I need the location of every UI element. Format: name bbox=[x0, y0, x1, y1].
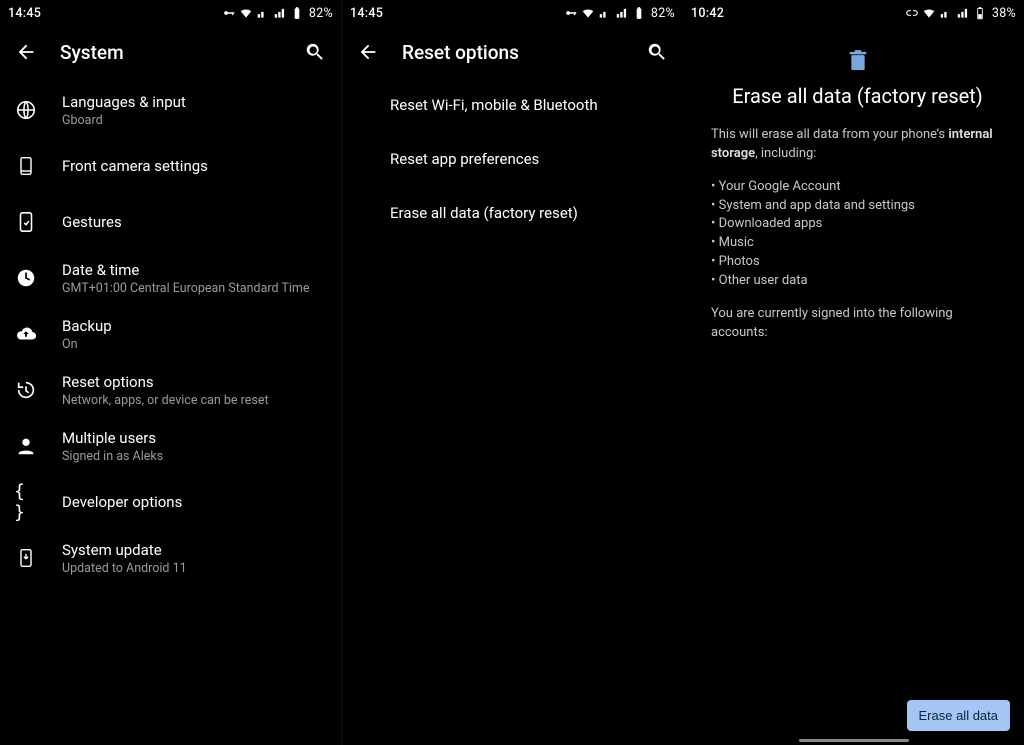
reset-option-1[interactable]: Reset app preferences bbox=[342, 132, 683, 186]
settings-row-date-time[interactable]: Date & time GMT+01:00 Central European St… bbox=[0, 250, 341, 306]
settings-row-system-update[interactable]: System update Updated to Android 11 bbox=[0, 530, 341, 586]
status-icons: 82% bbox=[564, 6, 675, 21]
row-label: Date & time bbox=[62, 261, 309, 279]
erase-bullet: Photos bbox=[711, 253, 1004, 272]
nav-pill[interactable] bbox=[799, 739, 909, 743]
signal-icon-2 bbox=[956, 6, 970, 20]
key-icon bbox=[564, 6, 578, 20]
factory-reset-panel: 10:42 38% Erase all data (factory reset)… bbox=[683, 0, 1024, 745]
wifi-icon bbox=[239, 6, 253, 20]
arrow-back-icon bbox=[357, 41, 379, 63]
wifi-icon bbox=[581, 6, 595, 20]
settings-row-gestures[interactable]: Gestures bbox=[0, 194, 341, 250]
restore-icon bbox=[14, 378, 38, 402]
row-label: Multiple users bbox=[62, 429, 163, 447]
row-subtext: Network, apps, or device can be reset bbox=[62, 393, 269, 408]
status-icons: 38% bbox=[905, 6, 1016, 21]
battery-icon bbox=[290, 6, 304, 20]
reset-options-list: Reset Wi-Fi, mobile & BluetoothReset app… bbox=[342, 78, 683, 240]
settings-row-developer-options[interactable]: { } Developer options bbox=[0, 474, 341, 530]
battery-text: 82% bbox=[651, 6, 675, 21]
page-title: System bbox=[60, 41, 301, 64]
settings-row-backup[interactable]: Backup On bbox=[0, 306, 341, 362]
link-icon bbox=[905, 6, 919, 20]
row-label: Backup bbox=[62, 317, 112, 335]
system-update-icon bbox=[14, 546, 38, 570]
search-icon bbox=[304, 41, 326, 63]
row-subtext: On bbox=[62, 337, 112, 352]
page-title: Reset options bbox=[402, 41, 643, 64]
signal-icon bbox=[939, 6, 953, 20]
system-settings-panel: 14:45 82% System Languages & input Gboard… bbox=[0, 0, 342, 745]
key-icon bbox=[222, 6, 236, 20]
settings-row-reset-options[interactable]: Reset options Network, apps, or device ca… bbox=[0, 362, 341, 418]
settings-list: Languages & input Gboard Front camera sett… bbox=[0, 78, 341, 590]
back-button[interactable] bbox=[12, 38, 40, 66]
wifi-icon bbox=[922, 6, 936, 20]
reset-option-2[interactable]: Erase all data (factory reset) bbox=[342, 186, 683, 240]
erase-all-data-button[interactable]: Erase all data bbox=[907, 700, 1011, 731]
signal-icon bbox=[598, 6, 612, 20]
status-icons: 82% bbox=[222, 6, 333, 21]
signal-icon bbox=[256, 6, 270, 20]
settings-row-multiple-users[interactable]: Multiple users Signed in as Aleks bbox=[0, 418, 341, 474]
search-icon bbox=[646, 41, 668, 63]
braces-icon: { } bbox=[14, 490, 38, 514]
erase-bullet: Your Google Account bbox=[711, 178, 1004, 197]
status-bar: 14:45 82% bbox=[342, 0, 683, 26]
clock: 14:45 bbox=[8, 6, 41, 21]
gesture-icon bbox=[14, 210, 38, 234]
cloud-upload-icon bbox=[14, 322, 38, 346]
trash-icon bbox=[848, 50, 868, 72]
signal-icon-2 bbox=[615, 6, 629, 20]
row-label: Reset options bbox=[62, 373, 269, 391]
row-label: Gestures bbox=[62, 213, 122, 231]
factory-reset-title: Erase all data (factory reset) bbox=[711, 84, 1004, 108]
factory-reset-content: Erase all data (factory reset) This will… bbox=[683, 26, 1024, 356]
reset-option-0[interactable]: Reset Wi-Fi, mobile & Bluetooth bbox=[342, 78, 683, 132]
status-bar: 10:42 38% bbox=[683, 0, 1024, 26]
arrow-back-icon bbox=[15, 41, 37, 63]
settings-row-front-camera-settings[interactable]: Front camera settings bbox=[0, 138, 341, 194]
app-bar: System bbox=[0, 26, 341, 78]
erase-list: Your Google AccountSystem and app data a… bbox=[711, 178, 1004, 291]
row-label: Languages & input bbox=[62, 93, 186, 111]
clock: 14:45 bbox=[350, 6, 383, 21]
signed-accounts-text: You are currently signed into the follow… bbox=[711, 305, 1004, 343]
settings-row-languages-input[interactable]: Languages & input Gboard bbox=[0, 82, 341, 138]
erase-bullet: Downloaded apps bbox=[711, 215, 1004, 234]
battery-icon bbox=[632, 6, 646, 20]
globe-icon bbox=[14, 98, 38, 122]
reset-options-panel: 14:45 82% Reset options Reset Wi-Fi, mob… bbox=[342, 0, 683, 745]
search-button[interactable] bbox=[643, 38, 671, 66]
erase-bullet: System and app data and settings bbox=[711, 197, 1004, 216]
row-label: System update bbox=[62, 541, 187, 559]
app-bar: Reset options bbox=[342, 26, 683, 78]
row-subtext: Gboard bbox=[62, 113, 186, 128]
battery-icon bbox=[973, 6, 987, 20]
signal-icon-2 bbox=[273, 6, 287, 20]
row-subtext: GMT+01:00 Central European Standard Time bbox=[62, 281, 309, 296]
clock-icon bbox=[14, 266, 38, 290]
row-subtext: Signed in as Aleks bbox=[62, 449, 163, 464]
erase-bullet: Other user data bbox=[711, 272, 1004, 291]
factory-reset-intro: This will erase all data from your phone… bbox=[711, 126, 1004, 164]
row-label: Front camera settings bbox=[62, 157, 208, 175]
person-icon bbox=[14, 434, 38, 458]
status-bar: 14:45 82% bbox=[0, 0, 341, 26]
phone-front-icon bbox=[14, 154, 38, 178]
battery-text: 82% bbox=[309, 6, 333, 21]
back-button[interactable] bbox=[354, 38, 382, 66]
trash-icon-wrap bbox=[711, 50, 1004, 72]
battery-text: 38% bbox=[992, 6, 1016, 21]
search-button[interactable] bbox=[301, 38, 329, 66]
row-label: Developer options bbox=[62, 493, 182, 511]
clock: 10:42 bbox=[691, 6, 724, 21]
erase-bullet: Music bbox=[711, 234, 1004, 253]
row-subtext: Updated to Android 11 bbox=[62, 561, 187, 576]
